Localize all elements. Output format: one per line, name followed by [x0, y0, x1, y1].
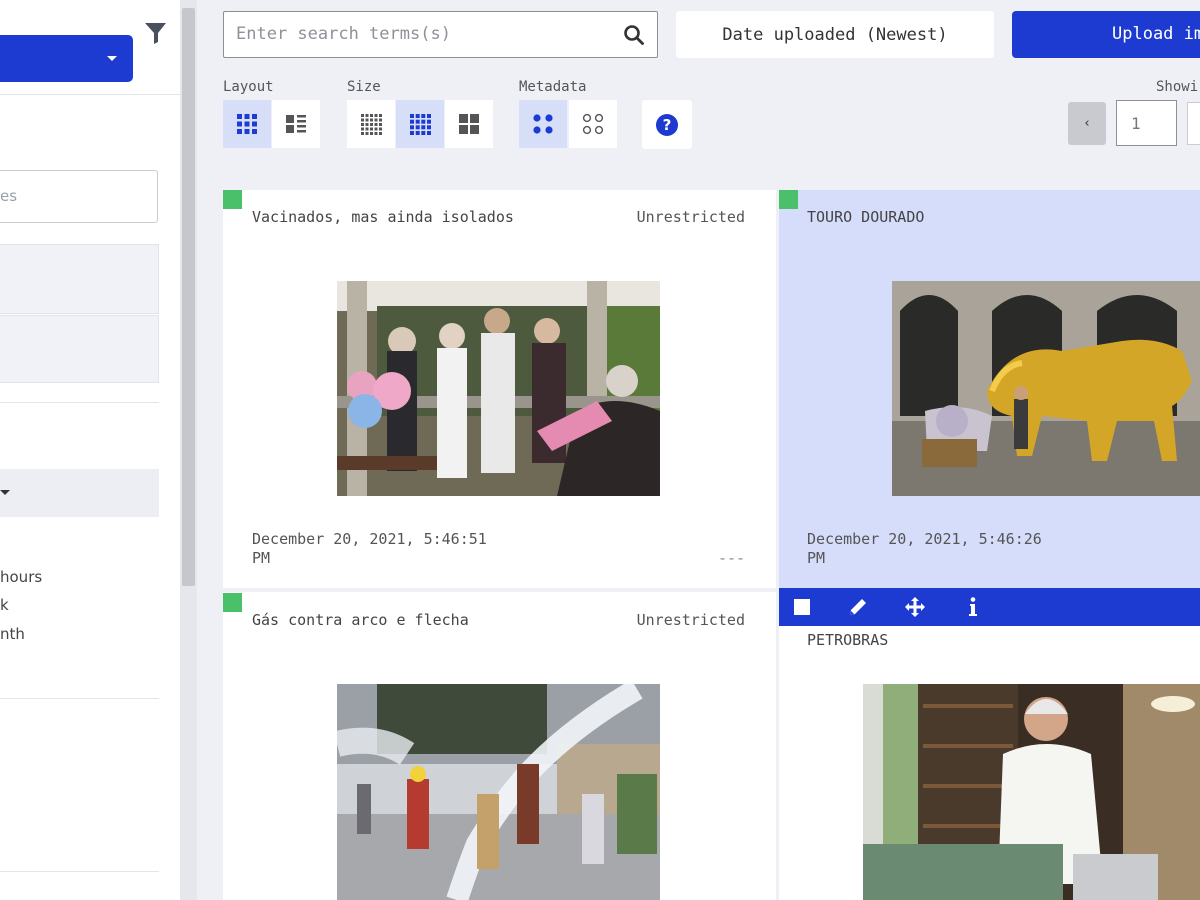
metadata-outline-icon	[582, 113, 604, 135]
help-button[interactable]: ?	[642, 100, 692, 149]
status-indicator	[223, 190, 242, 209]
size-large-button[interactable]	[445, 100, 493, 148]
info-button[interactable]	[961, 595, 985, 619]
edit-button[interactable]	[846, 595, 870, 619]
status-indicator	[779, 190, 798, 209]
sidebar-search-input[interactable]: es	[0, 170, 158, 223]
size-medium-button[interactable]	[396, 100, 444, 148]
card-rights: Unrestricted	[636, 611, 745, 629]
card-action-bar	[779, 588, 1200, 626]
medium-grid-icon	[410, 114, 431, 135]
chevron-down-icon	[0, 490, 10, 495]
size-small-button[interactable]	[347, 100, 395, 148]
grid-layout-icon	[237, 114, 257, 134]
info-icon	[969, 597, 977, 616]
move-button[interactable]	[903, 595, 927, 619]
grid-layout-button[interactable]	[223, 100, 271, 148]
showing-label: Showi	[1156, 79, 1199, 95]
card-title: PETROBRAS	[807, 631, 889, 649]
help-icon: ?	[656, 113, 678, 136]
checkbox-icon	[794, 599, 810, 615]
card-title: Gás contra arco e flecha	[252, 611, 469, 629]
metadata-label: Metadata	[519, 79, 587, 95]
pencil-icon	[850, 599, 866, 615]
sidebar-divider	[0, 698, 159, 699]
large-grid-icon	[459, 114, 479, 134]
card-extra: ---	[718, 549, 746, 567]
sidebar-option[interactable]: k	[0, 596, 9, 614]
metadata-on-button[interactable]	[519, 100, 567, 148]
card-thumbnail[interactable]	[892, 281, 1200, 496]
card-rights: Unrestricted	[636, 208, 745, 226]
chevron-left-icon: ‹	[1084, 116, 1090, 131]
small-grid-icon	[361, 114, 382, 135]
card-thumbnail[interactable]	[337, 281, 660, 496]
sidebar-divider	[0, 94, 180, 95]
filter-icon[interactable]	[143, 20, 169, 46]
size-label: Size	[347, 79, 381, 95]
select-checkbox[interactable]	[790, 595, 814, 619]
list-layout-icon	[286, 115, 306, 133]
card-title: Vacinados, mas ainda isolados	[252, 208, 514, 226]
upload-label: Upload ima	[1112, 24, 1200, 44]
sidebar-filter-box[interactable]	[0, 315, 159, 383]
sidebar-divider	[0, 871, 159, 872]
chevron-down-icon	[107, 56, 117, 61]
page-number-field[interactable]	[1116, 100, 1177, 146]
list-layout-button[interactable]	[272, 100, 320, 148]
card-title: TOURO DOURADO	[807, 208, 925, 226]
upload-button[interactable]: Upload ima	[1012, 11, 1200, 58]
status-indicator	[223, 593, 242, 612]
sidebar-option[interactable]: nth	[0, 625, 25, 643]
sidebar-option[interactable]: hours	[0, 568, 42, 586]
move-icon	[905, 597, 925, 617]
sidebar: es hours k nth	[0, 0, 180, 900]
search-input[interactable]	[236, 20, 606, 48]
sort-label: Date uploaded (Newest)	[722, 24, 948, 45]
card-date: December 20, 2021, 5:46:51 PM	[252, 530, 487, 567]
sort-dropdown[interactable]: Date uploaded (Newest)	[676, 11, 994, 58]
layout-label: Layout	[223, 79, 274, 95]
next-page-button[interactable]	[1187, 102, 1200, 145]
prev-page-button[interactable]: ‹	[1068, 102, 1106, 145]
card-date: December 20, 2021, 5:46:26 PM	[807, 530, 1042, 567]
sidebar-select[interactable]	[0, 469, 159, 517]
page-number-input[interactable]	[1117, 101, 1176, 145]
card-thumbnail[interactable]	[337, 684, 660, 900]
sidebar-dropdown-button[interactable]	[0, 35, 133, 82]
search-icon[interactable]	[623, 24, 645, 46]
scrollbar-thumb[interactable]	[182, 8, 195, 586]
sidebar-search-placeholder: es	[0, 187, 18, 205]
card-thumbnail[interactable]	[863, 684, 1200, 900]
metadata-filled-icon	[533, 114, 553, 134]
search-field[interactable]	[223, 11, 658, 58]
metadata-off-button[interactable]	[569, 100, 617, 148]
sidebar-divider	[0, 402, 159, 403]
sidebar-filter-box[interactable]	[0, 244, 159, 314]
